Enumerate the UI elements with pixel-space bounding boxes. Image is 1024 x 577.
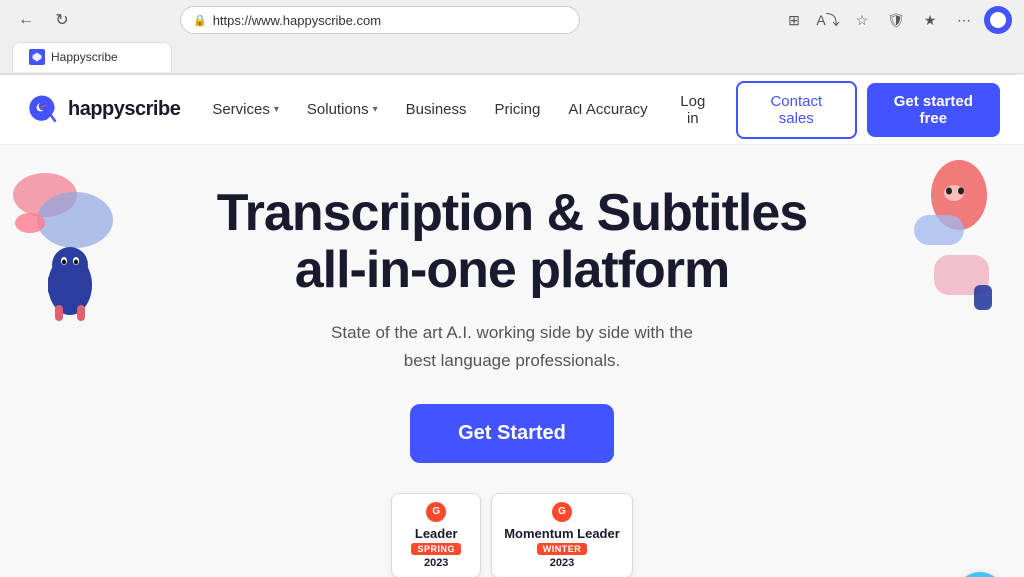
login-button[interactable]: Log in	[660, 85, 726, 135]
bookmark-icon[interactable]: ☆	[848, 6, 876, 34]
shield-icon[interactable]: 🛡	[882, 6, 910, 34]
badge-momentum-season: WINTER	[537, 543, 588, 555]
business-label: Business	[406, 101, 467, 118]
browser-chrome: ← ↻ 🔒 https://www.happyscribe.com ⊞ A⤵ ☆…	[0, 0, 1024, 75]
badge-leader: G Leader SPRING 2023	[391, 493, 481, 577]
logo-icon	[24, 92, 60, 128]
chat-fab[interactable]	[956, 572, 1004, 577]
logo[interactable]: happyscribe	[24, 92, 180, 128]
browser-actions: ⊞ A⤵ ☆ 🛡 ★ ⋯	[780, 6, 1012, 34]
badge-momentum: G Momentum Leader WINTER 2023	[491, 493, 633, 577]
badge-momentum-year: 2023	[550, 557, 574, 569]
favorites-icon[interactable]: ★	[916, 6, 944, 34]
nav-business[interactable]: Business	[394, 93, 479, 126]
hero-title-line2: all-in-one platform	[295, 241, 730, 299]
tab-title: Happyscribe	[51, 50, 118, 64]
more-icon[interactable]: ⋯	[950, 6, 978, 34]
profile-avatar[interactable]	[984, 6, 1012, 34]
nav-pricing[interactable]: Pricing	[483, 93, 553, 126]
services-label: Services	[212, 101, 270, 118]
hero-title-line1: Transcription & Subtitles	[217, 184, 807, 242]
logo-text: happyscribe	[68, 98, 180, 121]
pricing-label: Pricing	[495, 101, 541, 118]
solutions-label: Solutions	[307, 101, 369, 118]
services-chevron: ▾	[274, 104, 279, 115]
address-bar[interactable]: 🔒 https://www.happyscribe.com	[180, 6, 580, 34]
badge-leader-title: Leader	[415, 526, 458, 541]
lock-icon: 🔒	[193, 14, 207, 27]
badges-container: G Leader SPRING 2023 G Momentum Leader W…	[391, 493, 633, 577]
browser-tab-bar: Happyscribe	[0, 40, 1024, 74]
browser-toolbar: ← ↻ 🔒 https://www.happyscribe.com ⊞ A⤵ ☆…	[0, 0, 1024, 40]
navbar: happyscribe Services ▾ Solutions ▾ Busin…	[0, 75, 1024, 145]
refresh-button[interactable]: ↻	[48, 6, 76, 34]
hero-subtitle: State of the art A.I. working side by si…	[322, 319, 702, 373]
badge-momentum-title: Momentum Leader	[504, 526, 620, 541]
get-started-hero-button[interactable]: Get Started	[410, 404, 614, 463]
nav-services[interactable]: Services ▾	[200, 93, 291, 126]
hero-section: Transcription & Subtitles all-in-one pla…	[0, 145, 1024, 577]
nav-ai-accuracy[interactable]: AI Accuracy	[556, 93, 659, 126]
grid-icon[interactable]: ⊞	[780, 6, 808, 34]
nav-solutions[interactable]: Solutions ▾	[295, 93, 390, 126]
translate-icon[interactable]: A⤵	[814, 6, 842, 34]
tab-favicon	[29, 49, 45, 65]
get-started-nav-button[interactable]: Get started free	[867, 83, 1000, 137]
website-content: happyscribe Services ▾ Solutions ▾ Busin…	[0, 75, 1024, 577]
nav-links: Services ▾ Solutions ▾ Business Pricing …	[200, 93, 659, 126]
solutions-chevron: ▾	[373, 104, 378, 115]
contact-sales-button[interactable]: Contact sales	[736, 81, 857, 139]
nav-actions: Log in Contact sales Get started free	[660, 81, 1000, 139]
illustration-top-left	[10, 165, 140, 330]
g2-logo-momentum: G	[552, 502, 572, 522]
address-text: https://www.happyscribe.com	[213, 13, 381, 28]
hero-title: Transcription & Subtitles all-in-one pla…	[217, 185, 807, 299]
badge-leader-season: SPRING	[411, 543, 461, 555]
active-tab[interactable]: Happyscribe	[12, 42, 172, 72]
illustration-top-right	[874, 155, 1004, 320]
back-button[interactable]: ←	[12, 6, 40, 34]
badge-leader-year: 2023	[424, 557, 448, 569]
g2-logo-leader: G	[426, 502, 446, 522]
ai-accuracy-label: AI Accuracy	[568, 101, 647, 118]
